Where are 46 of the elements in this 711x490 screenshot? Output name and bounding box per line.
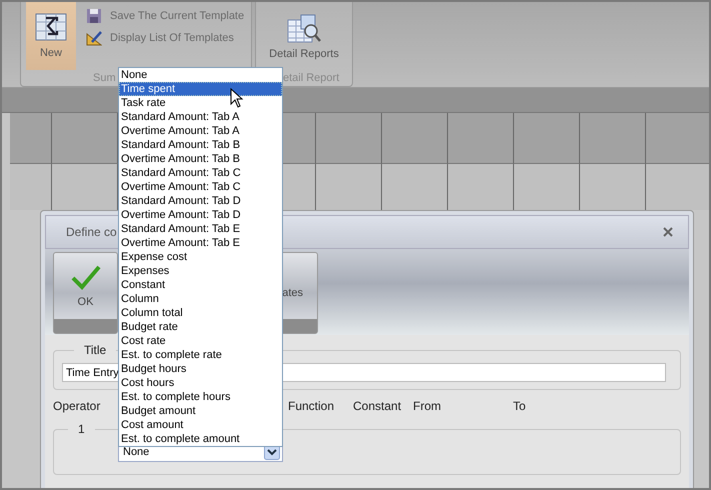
dropdown-option[interactable]: Cost amount xyxy=(119,418,282,432)
dropdown-option[interactable]: Budget amount xyxy=(119,404,282,418)
dialog-title: Define co xyxy=(66,225,117,239)
groupbox-legend: Title xyxy=(74,343,116,357)
column-header: Function xyxy=(288,399,334,415)
ruler-pencil-icon xyxy=(86,30,102,46)
dropdown-option[interactable]: Standard Amount: Tab E xyxy=(119,222,282,236)
column-header: To xyxy=(513,399,526,415)
dropdown-option[interactable]: Standard Amount: Tab B xyxy=(119,138,282,152)
dropdown-option[interactable]: Standard Amount: Tab D xyxy=(119,194,282,208)
sigma-grid-icon xyxy=(35,13,67,41)
dropdown-option[interactable]: Cost rate xyxy=(119,334,282,348)
column-header: From xyxy=(413,399,441,415)
dropdown-option[interactable]: Budget rate xyxy=(119,320,282,334)
dropdown-option[interactable]: Overtime Amount: Tab B xyxy=(119,152,282,166)
floppy-icon xyxy=(86,8,102,24)
column-header: Constant xyxy=(353,399,402,415)
dropdown-option[interactable]: Task rate xyxy=(119,96,282,110)
group-label: Sum xyxy=(93,71,116,86)
dropdown-option[interactable]: Est. to complete hours xyxy=(119,390,282,404)
dropdown-option[interactable]: Constant xyxy=(119,278,282,292)
dropdown-option[interactable]: Overtime Amount: Tab E xyxy=(119,236,282,250)
group-label: etail Report xyxy=(283,71,340,86)
close-icon xyxy=(663,227,673,237)
dropdown-option[interactable]: None xyxy=(119,68,282,82)
dropdown-option[interactable]: Overtime Amount: Tab A xyxy=(119,124,282,138)
new-button[interactable]: New xyxy=(26,2,76,70)
ok-button[interactable]: OK xyxy=(53,252,118,334)
table-magnifier-icon xyxy=(286,14,321,44)
dropdown-option[interactable]: Column xyxy=(119,292,282,306)
groupbox-legend: 1 xyxy=(68,422,95,436)
dropdown-option[interactable]: Expense cost xyxy=(119,250,282,264)
dropdown-option[interactable]: Standard Amount: Tab C xyxy=(119,166,282,180)
dropdown-option[interactable]: Time spent xyxy=(119,82,282,96)
column-header: Operator xyxy=(53,399,100,415)
close-button[interactable] xyxy=(662,226,674,238)
dropdown-option[interactable]: Budget hours xyxy=(119,362,282,376)
dropdown-option[interactable]: Standard Amount: Tab A xyxy=(119,110,282,124)
dropdown-option[interactable]: Overtime Amount: Tab C xyxy=(119,180,282,194)
dropdown-option[interactable]: Column total xyxy=(119,306,282,320)
checkmark-icon xyxy=(70,264,100,290)
dropdown-option[interactable]: Expenses xyxy=(119,264,282,278)
mouse-cursor-icon xyxy=(230,88,244,108)
detail-reports-button[interactable]: Detail Reports xyxy=(269,2,339,70)
dropdown-option[interactable]: Overtime Amount: Tab D xyxy=(119,208,282,222)
dropdown-option[interactable]: Est. to complete rate xyxy=(119,348,282,362)
